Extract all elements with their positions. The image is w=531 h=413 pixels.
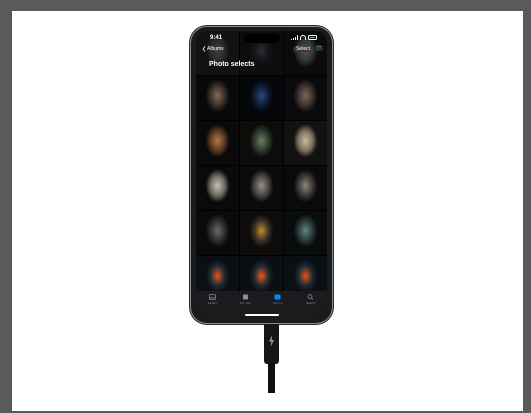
- phone-power-button: [332, 90, 334, 112]
- tab-label: For You: [239, 301, 251, 305]
- phone-device: 9:41 Albums Select ··· Photo selects Lib…: [191, 27, 332, 323]
- albums-icon: [274, 294, 281, 300]
- photo-woman-beige-coat[interactable]: [284, 121, 327, 165]
- photo-woman-standing-green[interactable]: [240, 121, 283, 165]
- photo-library-icon: [208, 294, 216, 300]
- photo-owl-grey[interactable]: [284, 166, 327, 210]
- photo-grid: [196, 31, 327, 300]
- home-indicator: [244, 314, 279, 316]
- tab-label: Albums: [272, 301, 283, 305]
- back-button[interactable]: Albums: [202, 46, 224, 52]
- photo-woman-teal-shawl[interactable]: [284, 211, 327, 255]
- back-button-label: Albums: [207, 46, 224, 52]
- photo-woman-with-flowers[interactable]: [196, 121, 239, 165]
- tab-label: Search: [305, 301, 316, 305]
- navigation-bar: Albums Select ···: [196, 44, 327, 56]
- more-options-button[interactable]: ···: [315, 45, 323, 51]
- photo-portrait-feathers[interactable]: [284, 76, 327, 120]
- charging-cable: [268, 363, 275, 393]
- select-button[interactable]: Select: [293, 46, 313, 52]
- tab-label: Library: [207, 301, 217, 305]
- wifi-icon: [300, 35, 306, 40]
- chevron-left-icon: [202, 46, 206, 52]
- dynamic-island: [243, 34, 280, 43]
- photo-portrait-woman-dark[interactable]: [196, 76, 239, 120]
- usb-c-connector: [264, 324, 279, 364]
- photo-owl-eye-closeup[interactable]: [240, 211, 283, 255]
- phone-screen: 9:41 Albums Select ··· Photo selects Lib…: [196, 31, 327, 318]
- thunderbolt-icon: [269, 335, 274, 347]
- cellular-signal-icon: [291, 35, 299, 40]
- tab-for-you[interactable]: For You: [231, 294, 259, 305]
- photo-blue-bird[interactable]: [240, 76, 283, 120]
- for-you-icon: [242, 294, 249, 300]
- tab-search[interactable]: Search: [297, 294, 325, 305]
- tab-library[interactable]: Library: [198, 294, 226, 305]
- search-icon: [307, 294, 314, 300]
- battery-icon: [308, 35, 317, 40]
- album-title: Photo selects: [209, 61, 255, 68]
- status-indicators: [291, 35, 317, 40]
- photo-woman-feather-cape[interactable]: [240, 166, 283, 210]
- photo-hooded-figure[interactable]: [196, 211, 239, 255]
- status-time: 9:41: [210, 35, 223, 41]
- tab-albums[interactable]: Albums: [264, 294, 292, 305]
- photo-woman-light-suit[interactable]: [196, 166, 239, 210]
